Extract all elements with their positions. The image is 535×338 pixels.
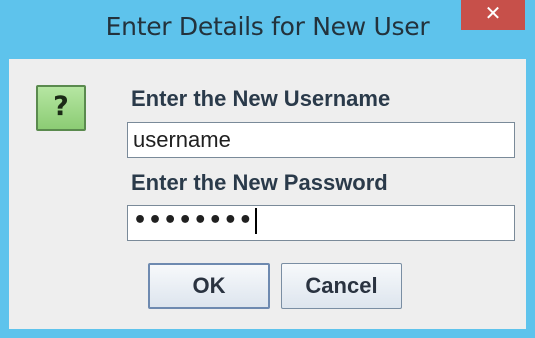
cancel-button[interactable]: Cancel [281, 263, 402, 309]
password-mask: •••••••• [133, 208, 254, 233]
ok-button[interactable]: OK [148, 263, 270, 309]
text-caret [254, 208, 257, 234]
question-mark-glyph: ? [53, 91, 69, 122]
password-input[interactable]: •••••••• [127, 205, 515, 241]
dialog-window: Enter Details for New User ✕ ? Enter the… [0, 0, 535, 338]
title-bar[interactable]: Enter Details for New User ✕ [0, 0, 535, 58]
dialog-content: ? Enter the New Username username Enter … [9, 59, 526, 329]
username-label: Enter the New Username [131, 86, 391, 111]
question-icon: ? [36, 85, 86, 131]
dialog-title: Enter Details for New User [105, 12, 430, 41]
password-label: Enter the New Password [131, 170, 388, 195]
close-button[interactable]: ✕ [461, 0, 525, 30]
username-input[interactable]: username [127, 122, 515, 158]
close-icon: ✕ [484, 1, 502, 25]
